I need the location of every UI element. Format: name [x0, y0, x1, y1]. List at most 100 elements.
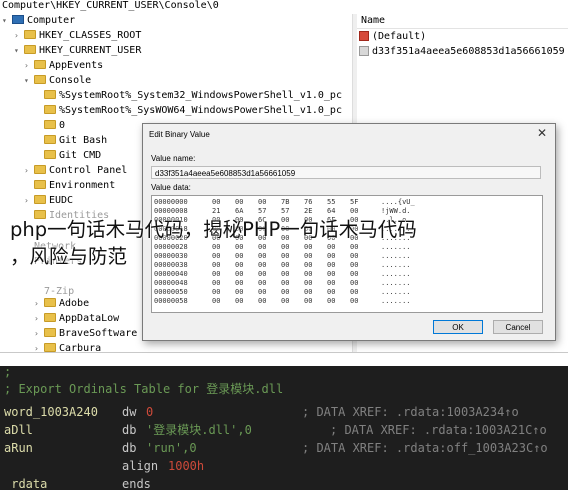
expand-caret-icon[interactable]: ▾ [2, 14, 12, 28]
hex-byte[interactable]: 00 [235, 198, 258, 207]
expand-caret-icon[interactable]: › [34, 297, 44, 311]
hex-byte[interactable]: 00 [350, 279, 373, 288]
hex-byte[interactable]: 5F [350, 198, 373, 207]
value-row-binary[interactable]: d33f351a4aeea5e608853d1a56661059 [357, 44, 568, 59]
hex-byte[interactable]: 00 [304, 297, 327, 306]
hex-byte[interactable]: 00 [235, 279, 258, 288]
hex-byte[interactable]: 00 [327, 279, 350, 288]
hex-byte[interactable]: 00 [350, 288, 373, 297]
column-header-name[interactable]: Name [357, 14, 568, 29]
hex-byte[interactable]: 00 [327, 270, 350, 279]
hex-row[interactable]: 00000008 21 6A 57 57 2E 64 00 !jWW.d. [154, 207, 411, 216]
hex-byte[interactable]: 00 [304, 288, 327, 297]
hex-byte[interactable]: 00 [212, 279, 235, 288]
expand-caret-icon[interactable]: › [34, 342, 44, 352]
tree-item-git-cmd[interactable]: Git CMD [34, 149, 101, 163]
hex-byte[interactable]: 00 [350, 270, 373, 279]
expand-caret-icon[interactable]: › [24, 164, 34, 178]
hex-byte[interactable]: 00 [235, 288, 258, 297]
tree-item-hkey-current-user[interactable]: ▾ HKEY_CURRENT_USER [14, 44, 141, 58]
hex-byte[interactable]: 00 [212, 198, 235, 207]
hex-byte[interactable]: 00 [235, 297, 258, 306]
hex-byte[interactable]: 57 [258, 207, 281, 216]
tree-item-0[interactable]: 0 [34, 119, 65, 133]
expand-caret-icon[interactable]: › [34, 312, 44, 326]
code-op: dw [122, 405, 137, 419]
hex-byte[interactable]: 64 [327, 207, 350, 216]
hex-byte[interactable]: 00 [258, 198, 281, 207]
hex-row[interactable]: 00000058 00 00 00 00 00 00 00....... [154, 297, 411, 306]
hex-byte[interactable]: 00 [212, 288, 235, 297]
hex-byte[interactable]: 00 [235, 270, 258, 279]
code-label[interactable]: word_1003A240 [4, 404, 98, 421]
expand-caret-icon[interactable]: ▾ [14, 44, 24, 58]
hex-byte[interactable]: 00 [281, 270, 304, 279]
tree-item-git-bash[interactable]: Git Bash [34, 134, 107, 148]
hex-byte[interactable]: 00 [258, 270, 281, 279]
hex-row[interactable]: 00000000 00 00 00 7B 76 55 5F ....{vU_ [154, 198, 415, 207]
tree-item-environment[interactable]: Environment [24, 179, 115, 193]
tree-item-console[interactable]: ▾ Console [24, 74, 91, 88]
expand-caret-icon[interactable]: › [34, 327, 44, 341]
hex-byte[interactable]: 00 [327, 288, 350, 297]
hex-row[interactable]: 00000040 00 00 00 00 00 00 00....... [154, 270, 411, 279]
hex-byte[interactable]: 00 [327, 297, 350, 306]
hex-byte[interactable]: 00 [281, 297, 304, 306]
hex-byte[interactable]: 76 [304, 198, 327, 207]
hex-row[interactable]: 00000050 00 00 00 00 00 00 00....... [154, 288, 411, 297]
hex-offset: 00000008 [154, 207, 188, 215]
tree-item-adobe[interactable]: › Adobe [34, 297, 89, 311]
hex-byte[interactable]: 7B [281, 198, 304, 207]
hex-byte[interactable]: 00 [304, 270, 327, 279]
address-bar[interactable]: Computer\HKEY_CURRENT_USER\Console\0 [0, 0, 568, 12]
hex-byte[interactable]: 00 [212, 270, 235, 279]
hex-byte[interactable]: 00 [258, 288, 281, 297]
code-comment: ; Export Ordinals Table for 登录模块.dll [4, 382, 284, 396]
folder-icon [44, 298, 56, 307]
hex-row[interactable]: 00000048 00 00 00 00 00 00 00....... [154, 279, 411, 288]
tree-item-carbura[interactable]: › Carbura [34, 342, 101, 352]
tree-item-control-panel[interactable]: › Control Panel [24, 164, 127, 178]
hex-byte[interactable]: 00 [304, 279, 327, 288]
hex-byte[interactable]: 00 [281, 288, 304, 297]
hex-offset: 00000048 [154, 279, 188, 287]
tree-item-eudc[interactable]: › EUDC [24, 194, 73, 208]
code-xref[interactable]: ; DATA XREF: .rdata:off_1003A23C↑o [302, 440, 548, 457]
expand-caret-icon[interactable]: › [24, 194, 34, 208]
hex-byte[interactable]: 57 [281, 207, 304, 216]
folder-icon [24, 30, 36, 39]
tree-item-powershell-system32[interactable]: %SystemRoot%_System32_WindowsPowerShell_… [34, 89, 342, 103]
tree-item-appdatalow[interactable]: › AppDataLow [34, 312, 119, 326]
expand-caret-icon[interactable]: ▾ [24, 74, 34, 88]
hex-byte[interactable]: 21 [212, 207, 235, 216]
hex-byte[interactable]: 00 [350, 207, 373, 216]
tree-item-appevents[interactable]: › AppEvents [24, 59, 103, 73]
tree-item-bravesoftware[interactable]: › BraveSoftware [34, 327, 137, 341]
tree-item-powershell-syswow64[interactable]: %SystemRoot%_SysWOW64_WindowsPowerShell_… [34, 104, 342, 118]
close-icon[interactable]: ✕ [537, 126, 547, 140]
hex-byte[interactable]: 55 [327, 198, 350, 207]
code-label[interactable]: aRun [4, 440, 33, 457]
tree-item-computer[interactable]: ▾ Computer [2, 14, 75, 28]
hex-byte[interactable]: 2E [304, 207, 327, 216]
tree-item-hkey-classes-root[interactable]: › HKEY_CLASSES_ROOT [14, 29, 141, 43]
expand-caret-icon[interactable]: › [24, 59, 34, 73]
value-name-field[interactable]: d33f351a4aeea5e608853d1a56661059 [151, 166, 541, 179]
hex-byte[interactable]: 00 [350, 297, 373, 306]
code-label[interactable]: _rdata [4, 476, 47, 490]
code-xref[interactable]: ; DATA XREF: .rdata:1003A234↑o [302, 404, 519, 421]
folder-icon [44, 90, 56, 99]
expand-caret-icon[interactable]: › [14, 29, 24, 43]
hex-byte[interactable]: 00 [258, 279, 281, 288]
cancel-button[interactable]: Cancel [493, 320, 543, 334]
code-label[interactable]: aDll [4, 422, 33, 439]
code-xref[interactable]: ; DATA XREF: .rdata:1003A21C↑o [330, 422, 547, 439]
hex-byte[interactable]: 6A [235, 207, 258, 216]
ok-button[interactable]: OK [433, 320, 483, 334]
hex-byte[interactable]: 00 [281, 279, 304, 288]
hex-byte[interactable]: 00 [212, 297, 235, 306]
folder-icon [34, 195, 46, 204]
value-data-label: Value data: [151, 183, 191, 192]
hex-byte[interactable]: 00 [258, 297, 281, 306]
value-row-default[interactable]: (Default) [357, 29, 568, 44]
